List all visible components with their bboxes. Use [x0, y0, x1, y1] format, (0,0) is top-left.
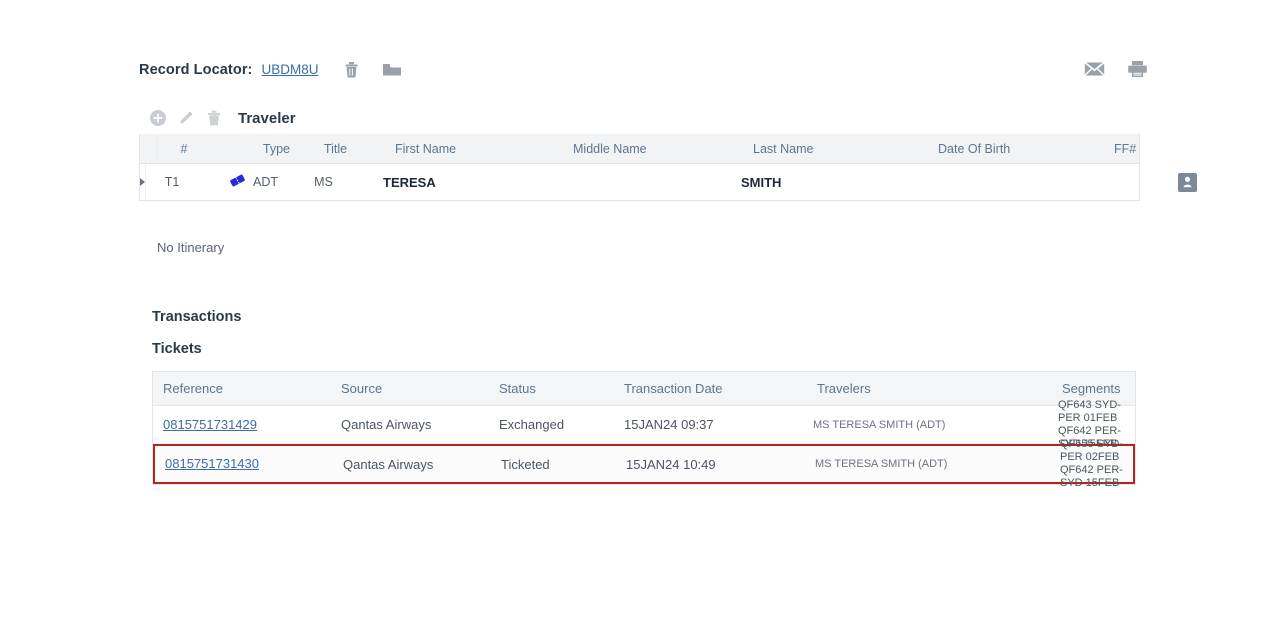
column-header-ff-number[interactable]: FF# [1108, 142, 1190, 156]
column-header-source[interactable]: Source [331, 381, 491, 396]
column-header-middle-name[interactable]: Middle Name [555, 142, 733, 156]
cell-segments: QF655 SYD-PER 02FEB QF642 PER-SYD 15FEB [1010, 438, 1133, 490]
tickets-table-header: Reference Source Status Transaction Date… [153, 372, 1135, 406]
add-icon[interactable] [144, 106, 172, 130]
column-header-reference[interactable]: Reference [153, 381, 331, 396]
traveler-table-header: # Type Title First Name Middle Name Last… [140, 134, 1139, 164]
cell-last-name: SMITH [741, 174, 782, 190]
cell-traveler-type: ADT [198, 173, 286, 191]
trash-icon[interactable] [343, 60, 360, 79]
envelope-icon[interactable] [1084, 61, 1105, 77]
person-icon[interactable] [1178, 172, 1197, 192]
segment-line: QF642 PER-SYD 15FEB [1060, 464, 1123, 489]
cell-title: MS [314, 175, 333, 189]
column-header-segments[interactable]: Segments [1012, 381, 1135, 396]
header-actions [1084, 60, 1148, 78]
ticket-reference-link[interactable]: 0815751731429 [163, 417, 257, 432]
no-itinerary-message: No Itinerary [157, 240, 225, 255]
column-header-number[interactable]: # [158, 142, 210, 156]
transactions-title: Transactions [152, 309, 242, 325]
cell-traveler-number: T1 [164, 175, 180, 189]
cell-status: Ticketed [501, 456, 550, 472]
segment-line: QF655 SYD-PER 02FEB [1060, 438, 1123, 463]
column-header-last-name[interactable]: Last Name [733, 142, 918, 156]
table-row[interactable]: T1 ADT MS TERESA SMITH [140, 164, 1197, 200]
header-gutter [140, 134, 158, 163]
edit-pencil-icon[interactable] [172, 106, 200, 130]
ticket-reference-link[interactable]: 0815751731430 [165, 456, 259, 471]
traveler-toolbar: Traveler [144, 106, 296, 130]
column-header-status[interactable]: Status [491, 381, 614, 396]
folder-icon[interactable] [382, 61, 402, 78]
tickets-title: Tickets [152, 341, 202, 357]
cell-profile-action [1178, 172, 1203, 192]
printer-icon[interactable] [1127, 60, 1148, 78]
table-row[interactable]: 0815751731429 Qantas Airways Exchanged 1… [153, 399, 1135, 450]
cell-reference: 0815751731430 [155, 455, 333, 473]
column-header-date-of-birth[interactable]: Date Of Birth [918, 142, 1108, 156]
cell-first-name: TERESA [383, 174, 436, 190]
caret-right-icon [140, 178, 145, 186]
record-locator-value-link[interactable]: UBDM8U [262, 62, 319, 77]
table-row[interactable]: 0815751731430 Qantas Airways Ticketed 15… [153, 438, 1135, 489]
cell-reference: 0815751731429 [153, 416, 331, 434]
record-locator-page: Record Locator: UBDM8U Traveler # Type T… [0, 0, 1280, 640]
traveler-section-title: Traveler [238, 109, 296, 127]
column-header-transaction-date[interactable]: Transaction Date [614, 381, 799, 396]
ticket-icon [229, 173, 246, 191]
trash-icon[interactable] [200, 106, 228, 130]
traveler-table: # Type Title First Name Middle Name Last… [139, 134, 1197, 201]
column-header-travelers[interactable]: Travelers [799, 381, 1012, 396]
column-header-first-name[interactable]: First Name [373, 142, 555, 156]
segment-line: QF643 SYD-PER 01FEB [1058, 398, 1121, 424]
cell-source: Qantas Airways [343, 456, 434, 472]
cell-travelers: MS TERESA SMITH (ADT) [815, 458, 948, 470]
cell-type-text: ADT [253, 175, 278, 189]
record-locator-bar: Record Locator: UBDM8U [139, 60, 402, 79]
cell-transaction-date: 15JAN24 09:37 [624, 417, 714, 432]
tickets-table: Reference Source Status Transaction Date… [152, 371, 1136, 489]
column-header-type[interactable]: Type [210, 142, 298, 156]
cell-transaction-date: 15JAN24 10:49 [626, 456, 716, 472]
column-header-title[interactable]: Title [298, 142, 373, 156]
record-locator-label: Record Locator: [139, 61, 253, 78]
cell-source: Qantas Airways [341, 417, 432, 432]
cell-status: Exchanged [499, 417, 565, 432]
cell-travelers: MS TERESA SMITH (ADT) [813, 418, 946, 431]
